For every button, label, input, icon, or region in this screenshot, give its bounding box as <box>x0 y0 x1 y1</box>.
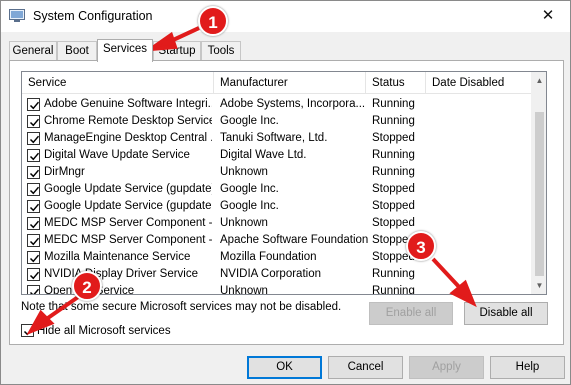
callout-arrows <box>26 26 477 335</box>
arrow-1-shaft <box>170 26 200 43</box>
arrow-1-head-icon <box>143 31 178 52</box>
tab-services[interactable]: Services <box>97 39 153 62</box>
arrow-2-shaft <box>43 293 83 322</box>
callout-badge-1: 1 <box>198 6 228 36</box>
system-configuration-window: System Configuration ✕ General Boot Serv… <box>0 0 571 385</box>
callout-badge-3: 3 <box>406 231 436 261</box>
arrow-3-shaft <box>431 257 463 291</box>
callout-badge-2: 2 <box>72 271 102 301</box>
